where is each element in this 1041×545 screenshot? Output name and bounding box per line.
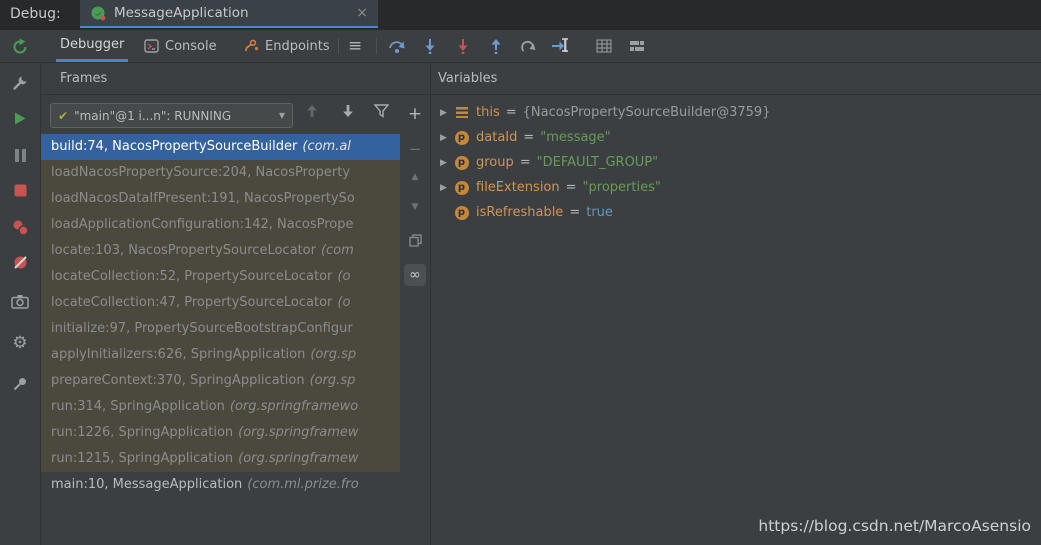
- previous-frame-icon[interactable]: [306, 104, 318, 118]
- variable-row[interactable]: ▶ p fileExtension = "properties": [431, 175, 1037, 200]
- tool-window-header-bar: Debug: MessageApplication ×: [0, 0, 1041, 31]
- debug-tool-window: Debug: MessageApplication × Debugger Con…: [0, 0, 1041, 545]
- thread-dump-camera-icon[interactable]: [0, 294, 40, 309]
- drop-frame-icon[interactable]: [520, 30, 536, 62]
- mute-breakpoints-icon[interactable]: [0, 254, 40, 271]
- variables-panel-title: Variables: [431, 62, 1041, 95]
- resume-program-icon[interactable]: [0, 111, 40, 126]
- variable-value: "message": [540, 130, 611, 145]
- frame-row[interactable]: build:74, NacosPropertySourceBuilder (com…: [41, 134, 400, 160]
- frame-row[interactable]: applyInitializers:626, SpringApplication…: [41, 342, 400, 368]
- watches-toolbar: + − ▲ ▼ ∞: [400, 96, 430, 545]
- step-out-icon[interactable]: [489, 30, 503, 62]
- frame-row[interactable]: loadApplicationConfiguration:142, NacosP…: [41, 212, 400, 238]
- variable-value: "DEFAULT_GROUP": [536, 155, 659, 170]
- stop-icon[interactable]: [0, 184, 40, 197]
- debug-session-tab[interactable]: MessageApplication ×: [80, 0, 378, 28]
- gear-icon[interactable]: ⚙: [0, 335, 40, 352]
- thread-selector-dropdown[interactable]: ✔ "main"@1 i...n": RUNNING ▼: [50, 103, 293, 128]
- frame-row[interactable]: run:314, SpringApplication (org.springfra…: [41, 394, 400, 420]
- tab-console[interactable]: Console: [144, 30, 217, 62]
- add-watch-icon[interactable]: +: [400, 104, 430, 124]
- chevron-right-icon[interactable]: ▶: [440, 108, 454, 118]
- toolbar-separator: [376, 38, 377, 54]
- spring-boot-debug-icon: [90, 5, 106, 21]
- this-variable-icon: [454, 107, 469, 118]
- variable-row[interactable]: ▶ p group = "DEFAULT_GROUP": [431, 150, 1037, 175]
- toolbar-separator: [338, 38, 339, 54]
- frame-row[interactable]: run:1215, SpringApplication (org.springfr…: [41, 446, 400, 472]
- pin-icon[interactable]: [0, 376, 40, 392]
- duplicate-watch-icon[interactable]: [400, 234, 430, 247]
- tab-debugger[interactable]: Debugger: [56, 30, 129, 62]
- step-over-icon[interactable]: [388, 30, 406, 62]
- move-watch-down-icon[interactable]: ▼: [400, 202, 430, 212]
- close-icon[interactable]: ×: [356, 5, 368, 21]
- variable-row[interactable]: ▶ p dataId = "message": [431, 125, 1037, 150]
- tool-window-title: Debug:: [10, 6, 61, 22]
- endpoints-icon: [244, 39, 259, 53]
- console-icon: [144, 39, 159, 53]
- frame-row[interactable]: locateCollection:47, PropertySourceLocat…: [41, 290, 400, 316]
- hide-library-frames-filter-icon[interactable]: [374, 104, 389, 118]
- layout-settings-icon[interactable]: [629, 30, 645, 62]
- frame-row[interactable]: loadNacosDataIfPresent:191, NacosPropert…: [41, 186, 400, 212]
- chevron-right-icon[interactable]: ▶: [440, 158, 454, 168]
- debug-session-tab-label: MessageApplication: [114, 5, 249, 21]
- variable-value: true: [586, 205, 613, 220]
- thread-running-check-icon: ✔: [58, 108, 69, 123]
- frame-row[interactable]: main:10, MessageApplication (com.ml.prize…: [41, 472, 400, 498]
- frames-list: build:74, NacosPropertySourceBuilder (com…: [41, 134, 400, 498]
- parameter-icon: p: [454, 155, 469, 170]
- chevron-down-icon: ▼: [278, 111, 285, 120]
- frames-panel-title: Frames: [41, 62, 430, 95]
- more-options-menu-icon[interactable]: ≡: [348, 30, 362, 62]
- view-breakpoints-icon[interactable]: [0, 219, 40, 236]
- move-watch-up-icon[interactable]: ▲: [400, 172, 430, 182]
- show-watches-toggle-icon[interactable]: ∞: [400, 264, 430, 286]
- chevron-right-icon[interactable]: ▶: [440, 183, 454, 193]
- wrench-icon[interactable]: [0, 74, 40, 91]
- variable-row[interactable]: ▶ this = {NacosPropertySourceBuilder@375…: [431, 100, 1037, 125]
- thread-selector-value: "main"@1 i...n": RUNNING: [74, 108, 232, 123]
- chevron-right-icon[interactable]: ▶: [440, 133, 454, 143]
- frame-row[interactable]: loadNacosPropertySource:204, NacosProper…: [41, 160, 400, 186]
- frame-row[interactable]: locate:103, NacosPropertySourceLocator (c…: [41, 238, 400, 264]
- variable-row[interactable]: p isRefreshable = true: [431, 200, 1037, 225]
- variable-value: "properties": [582, 180, 661, 195]
- watermark-text: https://blog.csdn.net/MarcoAsensio: [758, 517, 1031, 535]
- parameter-icon: p: [454, 130, 469, 145]
- rerun-icon[interactable]: [0, 38, 40, 56]
- debugger-toolbar: Debugger Console Endpoints ≡: [0, 30, 1041, 63]
- frame-row[interactable]: prepareContext:370, SpringApplication (or…: [41, 368, 400, 394]
- parameter-icon: p: [454, 180, 469, 195]
- text-cursor-pointer: [560, 37, 570, 53]
- frame-row[interactable]: locateCollection:52, PropertySourceLocat…: [41, 264, 400, 290]
- force-step-into-icon[interactable]: [456, 30, 470, 62]
- parameter-icon: p: [454, 205, 469, 220]
- frame-row[interactable]: run:1226, SpringApplication (org.springfr…: [41, 420, 400, 446]
- pause-program-icon[interactable]: [0, 148, 40, 163]
- variable-value: {NacosPropertySourceBuilder@3759}: [522, 105, 771, 120]
- variables-list: ▶ this = {NacosPropertySourceBuilder@375…: [431, 100, 1037, 225]
- tab-endpoints[interactable]: Endpoints: [244, 30, 330, 62]
- step-into-icon[interactable]: [423, 30, 437, 62]
- frame-row[interactable]: initialize:97, PropertySourceBootstrapCo…: [41, 316, 400, 342]
- next-frame-icon[interactable]: [342, 104, 354, 118]
- remove-watch-icon[interactable]: −: [400, 140, 430, 158]
- view-breakpoints-grid-icon[interactable]: [596, 30, 612, 62]
